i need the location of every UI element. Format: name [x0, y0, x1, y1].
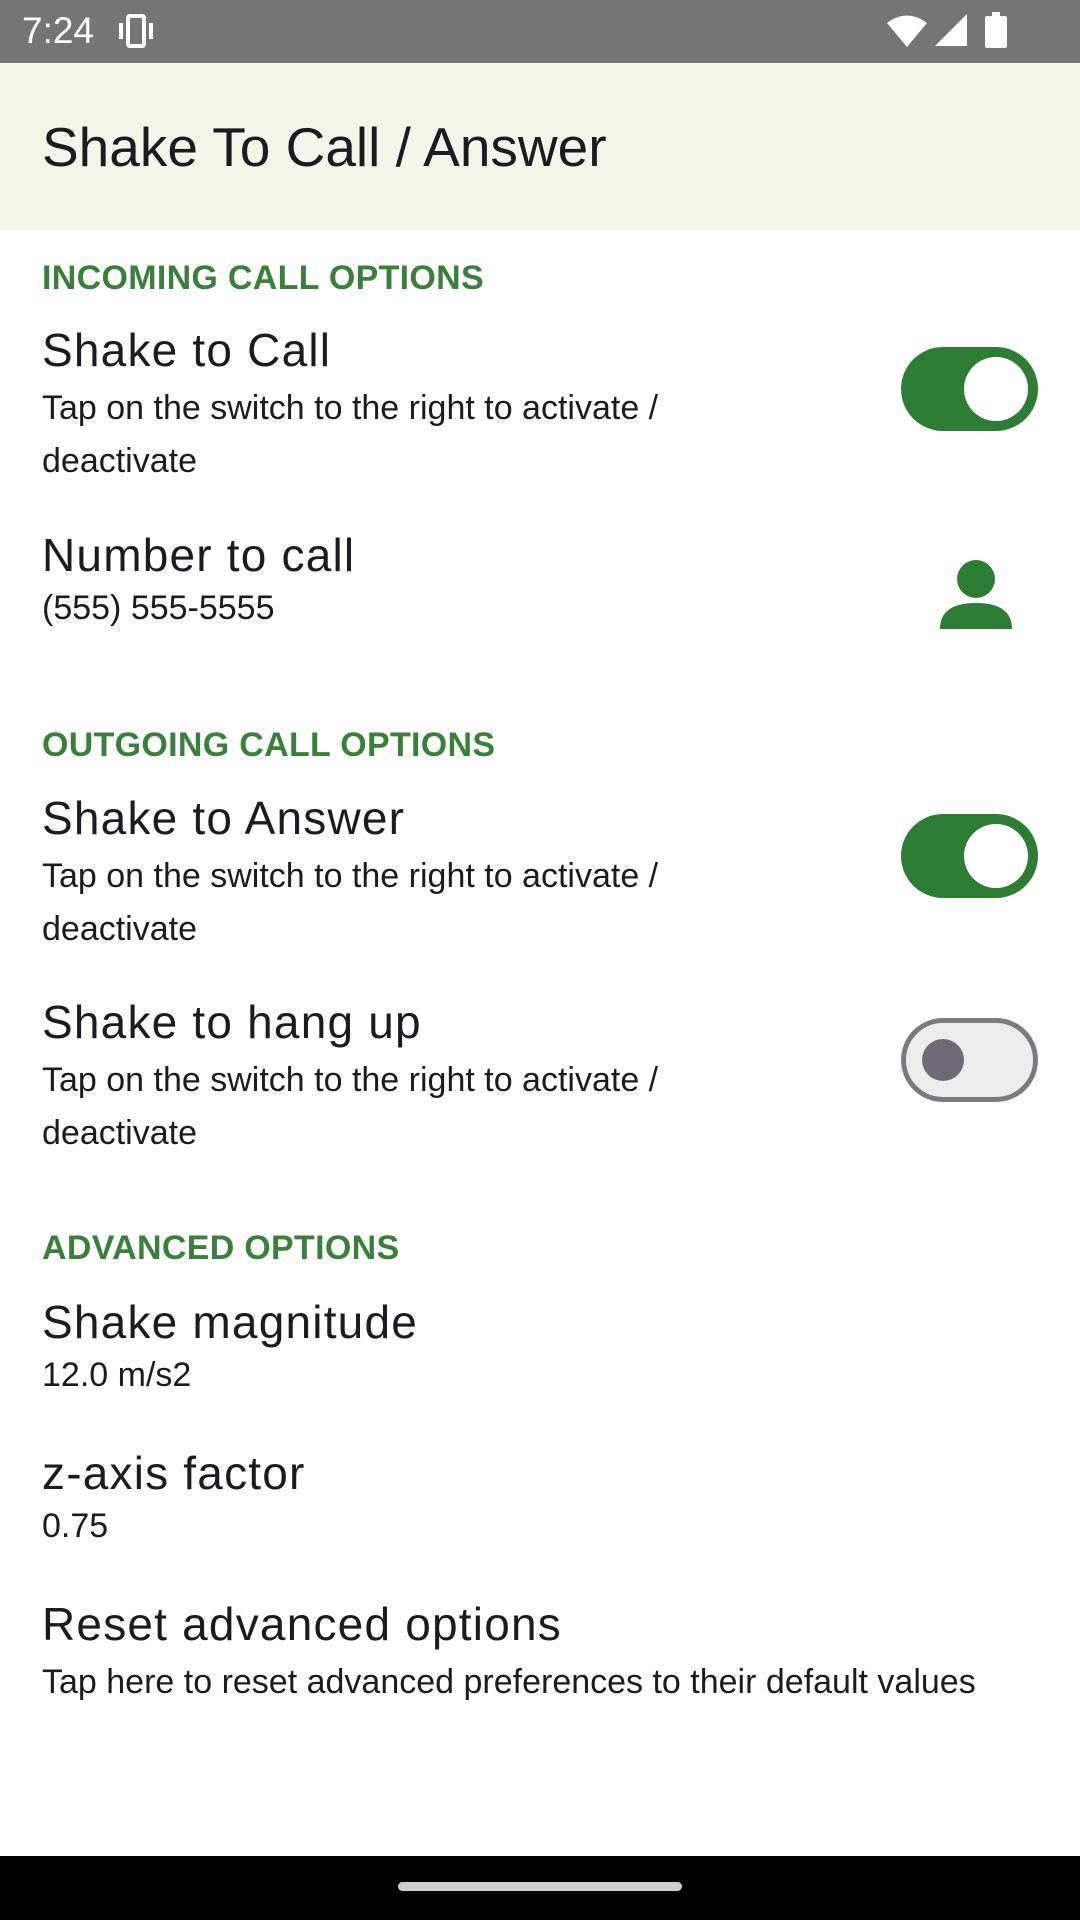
signal-icon: [935, 14, 967, 46]
pref-value: 0.75: [42, 1507, 109, 1545]
status-time: 7:24: [22, 10, 95, 51]
pref-title: Shake to hang up: [42, 996, 422, 1048]
section-header-incoming: INCOMING CALL OPTIONS: [42, 259, 485, 297]
pref-shake-magnitude[interactable]: Shake magnitude 12.0 m/s2: [0, 1294, 1080, 1414]
home-gesture-handle[interactable]: [398, 1882, 682, 1891]
pref-summary: Tap on the switch to the right to activa…: [42, 857, 659, 948]
pref-value: 12.0 m/s2: [42, 1356, 192, 1394]
pref-value: (555) 555-5555: [42, 589, 275, 627]
shake-to-hang-up-switch[interactable]: [901, 1018, 1038, 1102]
wifi-icon: [887, 15, 927, 47]
status-bar: 7:24: [0, 0, 1080, 63]
pref-title: Shake to Call: [42, 324, 332, 376]
pref-z-axis-factor[interactable]: z-axis factor 0.75: [0, 1445, 1080, 1565]
shake-to-call-switch[interactable]: [901, 347, 1038, 431]
section-header-outgoing: OUTGOING CALL OPTIONS: [42, 726, 496, 764]
shake-to-answer-switch[interactable]: [901, 814, 1038, 898]
pref-title: Shake magnitude: [42, 1296, 419, 1348]
app-title: Shake To Call / Answer: [42, 116, 607, 178]
switch-thumb: [922, 1039, 964, 1081]
pref-shake-to-answer[interactable]: Shake to Answer Tap on the switch to the…: [0, 790, 1080, 960]
navigation-bar: [0, 1856, 1080, 1920]
switch-thumb: [964, 357, 1028, 421]
battery-icon: [985, 12, 1007, 48]
switch-thumb: [964, 824, 1028, 888]
pref-title: Shake to Answer: [42, 792, 406, 844]
pref-number-to-call[interactable]: Number to call (555) 555-5555: [0, 527, 1080, 647]
pref-title: Number to call: [42, 529, 356, 581]
pref-reset-advanced[interactable]: Reset advanced options Tap here to reset…: [0, 1596, 1080, 1766]
pref-summary: Tap on the switch to the right to activa…: [42, 1061, 659, 1152]
app-bar: Shake To Call / Answer: [0, 63, 1080, 230]
contact-icon[interactable]: [938, 557, 1014, 633]
pref-title: z-axis factor: [42, 1447, 306, 1499]
pref-summary: Tap on the switch to the right to activa…: [42, 389, 659, 480]
section-header-advanced: ADVANCED OPTIONS: [42, 1229, 400, 1267]
pref-shake-to-hang-up[interactable]: Shake to hang up Tap on the switch to th…: [0, 994, 1080, 1164]
vibrate-icon: [119, 14, 153, 48]
pref-shake-to-call[interactable]: Shake to Call Tap on the switch to the r…: [0, 322, 1080, 492]
pref-summary: Tap here to reset advanced preferences t…: [42, 1663, 976, 1701]
pref-title: Reset advanced options: [42, 1598, 562, 1650]
